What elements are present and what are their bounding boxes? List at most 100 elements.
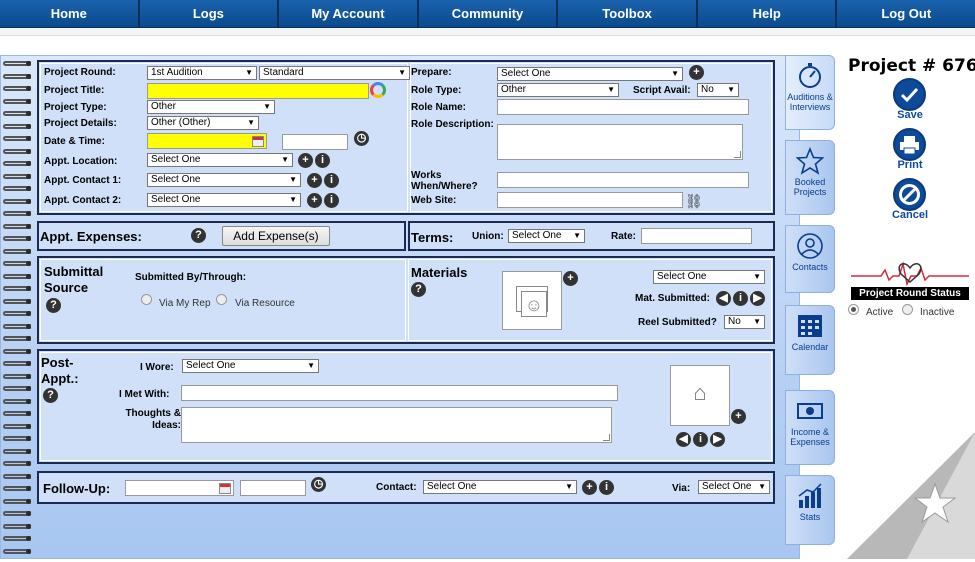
tab-booked-projects[interactable]: Booked Projects (785, 140, 835, 215)
wardrobe-info-icon[interactable]: i (693, 432, 708, 447)
add-contact1-icon[interactable]: + (307, 173, 322, 188)
calendar-grid-icon (796, 312, 824, 340)
appt-location-select[interactable]: Select One (147, 153, 293, 167)
spiral-ring (3, 547, 31, 556)
wardrobe-prev-icon[interactable]: ◀ (676, 432, 691, 447)
contact1-info-icon[interactable]: i (324, 173, 339, 188)
inactive-radio[interactable] (902, 304, 913, 315)
expenses-help-icon[interactable]: ? (191, 228, 206, 243)
project-round-select[interactable]: 1st Audition (147, 66, 257, 80)
follow-up-calendar-icon[interactable] (219, 483, 231, 494)
script-avail-select[interactable]: No (697, 83, 739, 97)
cancel-icon[interactable] (893, 178, 926, 211)
nav-log-out[interactable]: Log Out (837, 0, 975, 27)
wardrobe-photo-placeholder[interactable]: ⌂ (670, 365, 730, 426)
print-icon[interactable] (893, 128, 926, 161)
prepare-select[interactable]: Select One (497, 67, 683, 81)
add-prepare-icon[interactable]: + (689, 65, 704, 80)
rate-input[interactable] (641, 228, 752, 244)
spiral-ring (3, 134, 31, 143)
link-icon[interactable]: ⛓ (685, 193, 703, 210)
add-wardrobe-icon[interactable]: + (731, 409, 746, 424)
add-material-icon[interactable]: + (563, 271, 578, 286)
spiral-ring (3, 522, 31, 531)
tab-stats[interactable]: Stats (785, 475, 835, 545)
website-input[interactable] (497, 192, 683, 208)
materials-select[interactable]: Select One (653, 270, 765, 284)
heartbeat-icon (851, 260, 969, 287)
tab-stats-label: Stats (799, 512, 821, 522)
project-round-label: Project Round: (44, 67, 116, 78)
follow-up-time-input[interactable] (240, 480, 306, 496)
follow-up-contact-info-icon[interactable]: i (599, 480, 614, 495)
mat-prev-icon[interactable]: ◀ (716, 291, 731, 306)
save-button[interactable]: Save (880, 109, 940, 121)
nav-logs[interactable]: Logs (139, 0, 280, 27)
active-radio[interactable] (848, 304, 859, 315)
expenses-title: Appt. Expenses: (40, 229, 142, 244)
stopwatch-icon (796, 62, 824, 90)
project-type-select[interactable]: Other (147, 100, 275, 114)
add-expense-button[interactable]: Add Expense(s) (222, 226, 330, 246)
role-name-input[interactable] (497, 99, 749, 115)
google-search-icon[interactable] (370, 82, 386, 98)
time-input[interactable] (282, 134, 348, 150)
location-info-icon[interactable]: i (315, 153, 330, 168)
via-resource-radio[interactable] (216, 294, 227, 305)
clock-icon[interactable]: ◷ (354, 131, 369, 146)
post-appt-help-icon[interactable]: ? (43, 388, 58, 403)
role-type-select[interactable]: Other (497, 83, 619, 97)
print-button[interactable]: Print (880, 159, 940, 171)
reel-submitted-select[interactable]: No (724, 315, 765, 329)
spiral-ring (3, 159, 31, 168)
works-label: Works When/Where? (411, 170, 478, 192)
spiral-ring (3, 309, 31, 318)
follow-up-contact-select[interactable]: Select One (423, 480, 577, 494)
nav-community[interactable]: Community (418, 0, 559, 27)
via-select[interactable]: Select One (698, 480, 770, 494)
union-select[interactable]: Select One (508, 229, 585, 243)
role-description-textarea[interactable] (497, 124, 743, 160)
appt-contact1-select[interactable]: Select One (147, 173, 301, 187)
star-icon (795, 146, 825, 175)
tab-contacts[interactable]: Contacts (785, 225, 835, 293)
appt-contact2-label: Appt. Contact 2: (44, 195, 122, 206)
add-contact2-icon[interactable]: + (307, 193, 322, 208)
mat-next-icon[interactable]: ▶ (750, 291, 765, 306)
thoughts-textarea[interactable] (181, 407, 612, 443)
tab-auditions[interactable]: Auditions & Interviews (785, 55, 835, 130)
nav-home[interactable]: Home (0, 0, 140, 27)
tab-income-expenses[interactable]: Income & Expenses (785, 390, 835, 465)
save-icon[interactable] (893, 78, 926, 111)
submittal-help-icon[interactable]: ? (46, 298, 61, 313)
materials-photo-placeholder[interactable]: ☺ (502, 271, 562, 330)
follow-up-clock-icon[interactable]: ◷ (311, 477, 326, 492)
date-input[interactable] (147, 133, 267, 149)
wardrobe-next-icon[interactable]: ▶ (710, 432, 725, 447)
nav-toolbox[interactable]: Toolbox (558, 0, 698, 27)
contact2-info-icon[interactable]: i (324, 193, 339, 208)
page-curl-corner[interactable] (847, 432, 975, 559)
mat-submitted-label: Mat. Submitted: (635, 293, 710, 304)
spiral-ring (3, 359, 31, 368)
via-resource-label: Via Resource (235, 298, 295, 309)
calendar-icon[interactable] (252, 136, 264, 147)
materials-help-icon[interactable]: ? (411, 282, 426, 297)
project-details-select[interactable]: Other (Other) (147, 116, 259, 130)
via-my-rep-radio[interactable] (141, 294, 152, 305)
add-follow-up-contact-icon[interactable]: + (582, 480, 597, 495)
union-label: Union: (472, 231, 504, 242)
i-wore-select[interactable]: Select One (182, 359, 319, 373)
add-location-icon[interactable]: + (298, 153, 313, 168)
mat-info-icon[interactable]: i (733, 291, 748, 306)
nav-help[interactable]: Help (697, 0, 838, 27)
nav-my-account[interactable]: My Account (279, 0, 419, 27)
appt-contact2-select[interactable]: Select One (147, 193, 301, 207)
cancel-button[interactable]: Cancel (880, 209, 940, 221)
project-round-type-select[interactable]: Standard (259, 66, 410, 80)
tab-calendar[interactable]: Calendar (785, 305, 835, 375)
works-input[interactable] (497, 172, 749, 188)
project-title-input[interactable] (147, 83, 369, 99)
i-met-with-input[interactable] (181, 385, 618, 401)
follow-up-date-input[interactable] (125, 480, 234, 496)
